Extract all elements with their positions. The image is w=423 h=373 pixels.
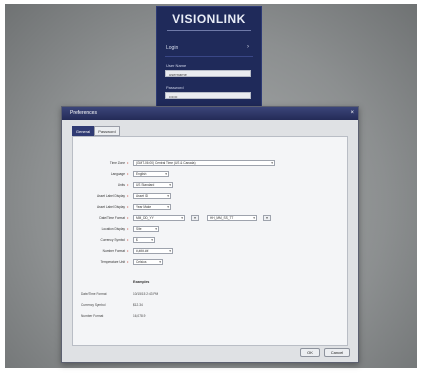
units-value: US Standard	[136, 183, 155, 187]
dialog-title: Preferences	[62, 107, 358, 120]
required-marker: •	[127, 226, 129, 231]
units-label: Units	[117, 183, 125, 187]
chevron-down-icon: ▾	[167, 205, 169, 209]
preferences-dialog: Preferences × General Password Time Zone…	[61, 106, 359, 363]
asset-label-display-2-label: Asset Label Display	[97, 205, 125, 209]
required-marker: •	[127, 259, 129, 264]
required-marker: •	[127, 237, 129, 242]
chevron-down-icon: ▾	[271, 161, 273, 165]
login-heading: Login	[166, 45, 179, 51]
number-format-value: #,###.##	[136, 249, 149, 253]
example-value: $12.34	[133, 303, 143, 307]
password-input[interactable]: ••••••	[165, 92, 251, 99]
screen-background: VISIONLINK Login › User Name username Pa…	[5, 4, 417, 368]
cancel-button[interactable]: Cancel	[324, 348, 350, 357]
time-format-stepper[interactable]: ▾	[263, 215, 271, 221]
chevron-down-icon: ▾	[167, 194, 169, 198]
date-format-value: MM_DD_YY	[136, 216, 154, 220]
chevron-down-icon: ▾	[151, 238, 153, 242]
close-icon[interactable]: ×	[350, 107, 354, 120]
tab-password[interactable]: Password	[94, 126, 120, 136]
logo-tagline	[167, 29, 251, 33]
time-zone-label: Time Zone	[109, 161, 125, 165]
location-display-value: Site	[136, 227, 142, 231]
example-value: 10/15/15 2:43 PM	[133, 292, 159, 296]
login-panel: VISIONLINK Login › User Name username Pa…	[156, 6, 262, 118]
chevron-down-icon: ▾	[253, 216, 255, 220]
asset-label-display-value: Asset ID	[136, 194, 149, 198]
language-value: English	[136, 172, 147, 176]
example-label: Number Format	[81, 314, 104, 318]
date-time-format-label: Date/Time Format	[99, 216, 125, 220]
required-marker: •	[127, 160, 129, 165]
required-marker: •	[127, 215, 129, 220]
tab-general[interactable]: General	[72, 126, 94, 136]
chevron-down-icon: ▾	[165, 172, 167, 176]
temperature-unit-label: Temperature Unit	[100, 260, 125, 264]
currency-symbol-select[interactable]: $ ▾	[133, 237, 155, 243]
asset-label-display-2-select[interactable]: Year Make ▾	[133, 204, 171, 210]
units-select[interactable]: US Standard ▾	[133, 182, 173, 188]
examples-heading: Examples	[133, 280, 150, 284]
required-marker: •	[127, 193, 129, 198]
password-label: Password	[166, 85, 184, 90]
number-format-label: Number Format	[102, 249, 125, 253]
location-display-label: Location Display	[101, 227, 125, 231]
username-input[interactable]: username	[165, 70, 251, 77]
general-panel: Time Zone • (GMT-06:00) Central Time (US…	[72, 136, 348, 346]
chevron-down-icon: ▾	[181, 216, 183, 220]
required-marker: •	[127, 204, 129, 209]
example-label: Currency Symbol	[81, 303, 106, 307]
temperature-unit-select[interactable]: Celsius ▾	[133, 259, 163, 265]
divider	[165, 56, 253, 57]
username-label: User Name	[166, 63, 187, 68]
required-marker: •	[127, 171, 129, 176]
language-select[interactable]: English ▾	[133, 171, 169, 177]
time-zone-value: (GMT-06:00) Central Time (US & Canada)	[136, 161, 196, 165]
number-format-select[interactable]: #,###.## ▾	[133, 248, 173, 254]
login-arrow-icon: ›	[247, 44, 249, 50]
time-format-value: HH_MM_SS_TT	[210, 216, 234, 220]
chevron-down-icon: ▾	[169, 183, 171, 187]
time-zone-select[interactable]: (GMT-06:00) Central Time (US & Canada) ▾	[133, 160, 275, 166]
date-format-select[interactable]: MM_DD_YY ▾	[133, 215, 185, 221]
currency-symbol-label: Currency Symbol	[100, 238, 125, 242]
required-marker: •	[127, 248, 129, 253]
location-display-select[interactable]: Site ▾	[133, 226, 159, 232]
chevron-down-icon: ▾	[159, 260, 161, 264]
chevron-down-icon: ▾	[155, 227, 157, 231]
chevron-down-icon: ▾	[169, 249, 171, 253]
example-value: 16,078.9	[133, 314, 146, 318]
asset-label-display-label: Asset Label Display	[97, 194, 125, 198]
currency-symbol-value: $	[136, 238, 138, 242]
date-format-stepper[interactable]: ▾	[191, 215, 199, 221]
language-label: Language	[110, 172, 125, 176]
app-logo: VISIONLINK	[172, 12, 246, 26]
ok-button[interactable]: OK	[300, 348, 320, 357]
asset-label-display-select[interactable]: Asset ID ▾	[133, 193, 171, 199]
example-label: Date/Time Format	[81, 292, 107, 296]
asset-label-display-2-value: Year Make	[136, 205, 152, 209]
temperature-unit-value: Celsius	[136, 260, 147, 264]
required-marker: •	[127, 182, 129, 187]
time-format-select[interactable]: HH_MM_SS_TT ▾	[207, 215, 257, 221]
